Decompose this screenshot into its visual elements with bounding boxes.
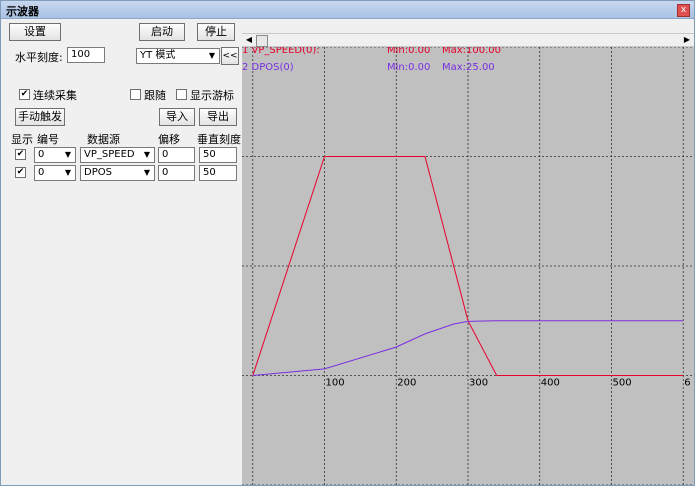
row1-source: VP_SPEED xyxy=(84,149,135,160)
col-header-vscale: 垂直刻度 xyxy=(197,133,241,146)
row2-source-select[interactable]: DPOS ▼ xyxy=(80,165,155,181)
col-header-source: 数据源 xyxy=(87,133,120,146)
oscilloscope-plot[interactable]: 100 200 300 400 500 6 1 VP_SPEED(0): Min:0.00 M… xyxy=(242,47,694,485)
continuous-label: 连续采集 xyxy=(33,89,77,102)
row2-source: DPOS xyxy=(84,167,112,178)
h-scale-input[interactable]: 100 xyxy=(67,47,105,63)
chevron-down-icon: ▼ xyxy=(64,150,72,159)
col-header-show: 显示 xyxy=(11,133,33,146)
x-tick-label: 400 xyxy=(541,378,560,389)
legend-series-max: Max:100.00 xyxy=(442,47,501,56)
scroll-left-icon[interactable]: ◀ xyxy=(243,34,255,46)
control-panel: 设置 启动 停止 水平刻度: 100 YT 模式 ▼ << ✔ 连续采集 跟随 … xyxy=(1,19,242,485)
chevron-down-icon: ▼ xyxy=(143,168,151,177)
settings-button[interactable]: 设置 xyxy=(9,23,61,41)
title-bar: 示波器 x xyxy=(1,1,694,19)
row1-number-select[interactable]: 0 ▼ xyxy=(34,147,76,163)
window-title: 示波器 xyxy=(6,5,39,18)
legend-series-label: 2 DPOS(0) xyxy=(242,62,294,73)
horizontal-scrollbar[interactable]: ◀ ▶ xyxy=(242,33,694,47)
x-tick-label: 500 xyxy=(612,378,631,389)
export-button[interactable]: 导出 xyxy=(199,108,237,126)
row2-vscale-input[interactable]: 50 xyxy=(199,165,237,181)
cursor-label: 显示游标 xyxy=(190,89,234,102)
row1-show-checkbox[interactable]: ✔ xyxy=(15,149,26,160)
stop-button[interactable]: 停止 xyxy=(197,23,235,41)
row1-source-select[interactable]: VP_SPEED ▼ xyxy=(80,147,155,163)
scroll-thumb[interactable] xyxy=(256,35,268,47)
col-header-number: 编号 xyxy=(37,133,59,146)
row2-number: 0 xyxy=(38,167,45,178)
x-tick-label: 300 xyxy=(469,378,488,389)
legend-series-min: Min:0.00 xyxy=(387,62,430,73)
row1-offset-input[interactable]: 0 xyxy=(158,147,195,163)
x-tick-label: 200 xyxy=(397,378,416,389)
import-button[interactable]: 导入 xyxy=(159,108,195,126)
row1-vscale-input[interactable]: 50 xyxy=(199,147,237,163)
chevron-down-icon: ▼ xyxy=(208,51,216,60)
collapse-button[interactable]: << xyxy=(221,47,239,65)
h-scale-label: 水平刻度: xyxy=(15,51,63,64)
start-button[interactable]: 启动 xyxy=(139,23,185,41)
chevron-down-icon: ▼ xyxy=(143,150,151,159)
plot-area: ◀ ▶ 100 200 300 400 500 6 1 VP_SPEED(0): Min:0… xyxy=(242,19,694,485)
follow-checkbox[interactable] xyxy=(130,89,141,100)
mode-select-value: YT 模式 xyxy=(140,50,176,61)
close-icon[interactable]: x xyxy=(677,4,690,17)
cursor-checkbox[interactable] xyxy=(176,89,187,100)
legend-series-label: 1 VP_SPEED(0): xyxy=(242,47,320,56)
row2-number-select[interactable]: 0 ▼ xyxy=(34,165,76,181)
x-tick-label: 100 xyxy=(326,378,345,389)
manual-trigger-button[interactable]: 手动触发 xyxy=(15,108,65,126)
row2-offset-input[interactable]: 0 xyxy=(158,165,195,181)
oscilloscope-window: 示波器 x 设置 启动 停止 水平刻度: 100 YT 模式 ▼ << ✔ 连续… xyxy=(0,0,695,486)
scroll-right-icon[interactable]: ▶ xyxy=(681,34,693,46)
row1-number: 0 xyxy=(38,149,45,160)
follow-label: 跟随 xyxy=(144,89,166,102)
continuous-checkbox[interactable]: ✔ xyxy=(19,89,30,100)
legend-series-min: Min:0.00 xyxy=(387,47,430,56)
chevron-down-icon: ▼ xyxy=(64,168,72,177)
legend-series-max: Max:25.00 xyxy=(442,62,495,73)
col-header-offset: 偏移 xyxy=(158,133,180,146)
row2-show-checkbox[interactable]: ✔ xyxy=(15,167,26,178)
mode-select[interactable]: YT 模式 ▼ xyxy=(136,48,220,64)
x-tick-label: 6 xyxy=(684,378,690,389)
